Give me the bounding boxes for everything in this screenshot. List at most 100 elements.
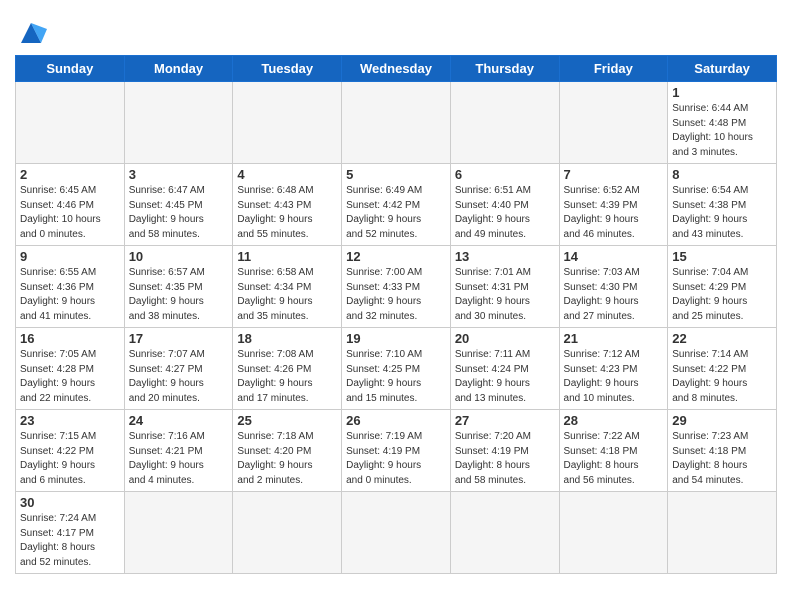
calendar-cell: 23Sunrise: 7:15 AM Sunset: 4:22 PM Dayli…	[16, 410, 125, 492]
calendar-cell: 10Sunrise: 6:57 AM Sunset: 4:35 PM Dayli…	[124, 246, 233, 328]
day-number: 3	[129, 167, 229, 182]
day-number: 17	[129, 331, 229, 346]
day-number: 29	[672, 413, 772, 428]
day-info: Sunrise: 6:51 AM Sunset: 4:40 PM Dayligh…	[455, 184, 555, 242]
week-row-3: 16Sunrise: 7:05 AM Sunset: 4:28 PM Dayli…	[16, 328, 777, 410]
day-info: Sunrise: 6:48 AM Sunset: 4:43 PM Dayligh…	[237, 184, 337, 242]
day-info: Sunrise: 6:58 AM Sunset: 4:34 PM Dayligh…	[237, 266, 337, 324]
day-info: Sunrise: 7:11 AM Sunset: 4:24 PM Dayligh…	[455, 348, 555, 406]
day-info: Sunrise: 7:01 AM Sunset: 4:31 PM Dayligh…	[455, 266, 555, 324]
day-number: 13	[455, 249, 555, 264]
day-info: Sunrise: 7:07 AM Sunset: 4:27 PM Dayligh…	[129, 348, 229, 406]
header	[15, 10, 777, 47]
calendar-cell: 17 Sunrise: 7:07 AM Sunset: 4:27 PM Dayli…	[124, 328, 233, 410]
day-number: 12	[346, 249, 446, 264]
day-info: Sunrise: 7:04 AM Sunset: 4:29 PM Dayligh…	[672, 266, 772, 324]
weekday-sunday: Sunday	[16, 56, 125, 82]
calendar-cell	[16, 82, 125, 164]
calendar-cell	[342, 492, 451, 574]
calendar-cell: 15Sunrise: 7:04 AM Sunset: 4:29 PM Dayli…	[668, 246, 777, 328]
calendar-cell: 11 Sunrise: 6:58 AM Sunset: 4:34 PM Dayli…	[233, 246, 342, 328]
day-number: 21	[564, 331, 664, 346]
page: SundayMondayTuesdayWednesdayThursdayFrid…	[0, 0, 792, 584]
calendar-cell: 26 Sunrise: 7:19 AM Sunset: 4:19 PM Dayli…	[342, 410, 451, 492]
weekday-monday: Monday	[124, 56, 233, 82]
calendar-cell: 22 Sunrise: 7:14 AM Sunset: 4:22 PM Dayli…	[668, 328, 777, 410]
day-number: 6	[455, 167, 555, 182]
weekday-friday: Friday	[559, 56, 668, 82]
day-info: Sunrise: 7:08 AM Sunset: 4:26 PM Dayligh…	[237, 348, 337, 406]
calendar-cell: 8 Sunrise: 6:54 AM Sunset: 4:38 PM Daylig…	[668, 164, 777, 246]
calendar-cell: 3Sunrise: 6:47 AM Sunset: 4:45 PM Daylig…	[124, 164, 233, 246]
day-number: 7	[564, 167, 664, 182]
calendar-cell: 9 Sunrise: 6:55 AM Sunset: 4:36 PM Daylig…	[16, 246, 125, 328]
calendar-cell: 12Sunrise: 7:00 AM Sunset: 4:33 PM Dayli…	[342, 246, 451, 328]
calendar-cell	[450, 82, 559, 164]
day-number: 11	[237, 249, 337, 264]
day-info: Sunrise: 6:57 AM Sunset: 4:35 PM Dayligh…	[129, 266, 229, 324]
day-info: Sunrise: 7:18 AM Sunset: 4:20 PM Dayligh…	[237, 430, 337, 488]
calendar-cell	[233, 82, 342, 164]
day-info: Sunrise: 7:14 AM Sunset: 4:22 PM Dayligh…	[672, 348, 772, 406]
calendar-cell: 7 Sunrise: 6:52 AM Sunset: 4:39 PM Daylig…	[559, 164, 668, 246]
day-info: Sunrise: 6:54 AM Sunset: 4:38 PM Dayligh…	[672, 184, 772, 242]
calendar-cell: 21 Sunrise: 7:12 AM Sunset: 4:23 PM Dayli…	[559, 328, 668, 410]
day-number: 8	[672, 167, 772, 182]
day-number: 9	[20, 249, 120, 264]
calendar-cell: 13 Sunrise: 7:01 AM Sunset: 4:31 PM Dayli…	[450, 246, 559, 328]
day-info: Sunrise: 6:44 AM Sunset: 4:48 PM Dayligh…	[672, 102, 772, 160]
weekday-header-row: SundayMondayTuesdayWednesdayThursdayFrid…	[16, 56, 777, 82]
calendar-cell: 1 Sunrise: 6:44 AM Sunset: 4:48 PM Daylig…	[668, 82, 777, 164]
calendar-cell: 6 Sunrise: 6:51 AM Sunset: 4:40 PM Daylig…	[450, 164, 559, 246]
logo-icon	[15, 15, 47, 47]
day-info: Sunrise: 6:49 AM Sunset: 4:42 PM Dayligh…	[346, 184, 446, 242]
day-number: 4	[237, 167, 337, 182]
calendar-cell	[342, 82, 451, 164]
calendar-cell	[668, 492, 777, 574]
day-number: 23	[20, 413, 120, 428]
week-row-5: 30Sunrise: 7:24 AM Sunset: 4:17 PM Dayli…	[16, 492, 777, 574]
day-number: 18	[237, 331, 337, 346]
day-number: 27	[455, 413, 555, 428]
day-number: 28	[564, 413, 664, 428]
calendar-cell	[559, 492, 668, 574]
day-number: 24	[129, 413, 229, 428]
day-info: Sunrise: 7:12 AM Sunset: 4:23 PM Dayligh…	[564, 348, 664, 406]
day-number: 14	[564, 249, 664, 264]
day-number: 26	[346, 413, 446, 428]
day-info: Sunrise: 6:52 AM Sunset: 4:39 PM Dayligh…	[564, 184, 664, 242]
day-info: Sunrise: 7:16 AM Sunset: 4:21 PM Dayligh…	[129, 430, 229, 488]
day-info: Sunrise: 6:45 AM Sunset: 4:46 PM Dayligh…	[20, 184, 120, 242]
calendar-cell	[559, 82, 668, 164]
calendar-cell: 18 Sunrise: 7:08 AM Sunset: 4:26 PM Dayli…	[233, 328, 342, 410]
calendar-cell: 5 Sunrise: 6:49 AM Sunset: 4:42 PM Daylig…	[342, 164, 451, 246]
day-info: Sunrise: 7:23 AM Sunset: 4:18 PM Dayligh…	[672, 430, 772, 488]
week-row-1: 2 Sunrise: 6:45 AM Sunset: 4:46 PM Daylig…	[16, 164, 777, 246]
calendar-cell: 4 Sunrise: 6:48 AM Sunset: 4:43 PM Daylig…	[233, 164, 342, 246]
weekday-tuesday: Tuesday	[233, 56, 342, 82]
day-number: 22	[672, 331, 772, 346]
week-row-0: 1 Sunrise: 6:44 AM Sunset: 4:48 PM Daylig…	[16, 82, 777, 164]
calendar-cell: 20 Sunrise: 7:11 AM Sunset: 4:24 PM Dayli…	[450, 328, 559, 410]
weekday-saturday: Saturday	[668, 56, 777, 82]
calendar-cell: 19Sunrise: 7:10 AM Sunset: 4:25 PM Dayli…	[342, 328, 451, 410]
logo	[15, 15, 47, 47]
day-number: 2	[20, 167, 120, 182]
day-number: 5	[346, 167, 446, 182]
day-info: Sunrise: 7:19 AM Sunset: 4:19 PM Dayligh…	[346, 430, 446, 488]
day-info: Sunrise: 7:05 AM Sunset: 4:28 PM Dayligh…	[20, 348, 120, 406]
calendar-cell	[124, 82, 233, 164]
calendar-cell: 30Sunrise: 7:24 AM Sunset: 4:17 PM Dayli…	[16, 492, 125, 574]
calendar-cell: 28Sunrise: 7:22 AM Sunset: 4:18 PM Dayli…	[559, 410, 668, 492]
weekday-thursday: Thursday	[450, 56, 559, 82]
calendar-cell: 24 Sunrise: 7:16 AM Sunset: 4:21 PM Dayli…	[124, 410, 233, 492]
day-info: Sunrise: 6:55 AM Sunset: 4:36 PM Dayligh…	[20, 266, 120, 324]
calendar-cell: 16Sunrise: 7:05 AM Sunset: 4:28 PM Dayli…	[16, 328, 125, 410]
calendar-cell: 29 Sunrise: 7:23 AM Sunset: 4:18 PM Dayli…	[668, 410, 777, 492]
day-info: Sunrise: 7:10 AM Sunset: 4:25 PM Dayligh…	[346, 348, 446, 406]
day-number: 1	[672, 85, 772, 100]
calendar-cell: 25Sunrise: 7:18 AM Sunset: 4:20 PM Dayli…	[233, 410, 342, 492]
day-info: Sunrise: 7:20 AM Sunset: 4:19 PM Dayligh…	[455, 430, 555, 488]
day-number: 20	[455, 331, 555, 346]
calendar-table: SundayMondayTuesdayWednesdayThursdayFrid…	[15, 55, 777, 574]
